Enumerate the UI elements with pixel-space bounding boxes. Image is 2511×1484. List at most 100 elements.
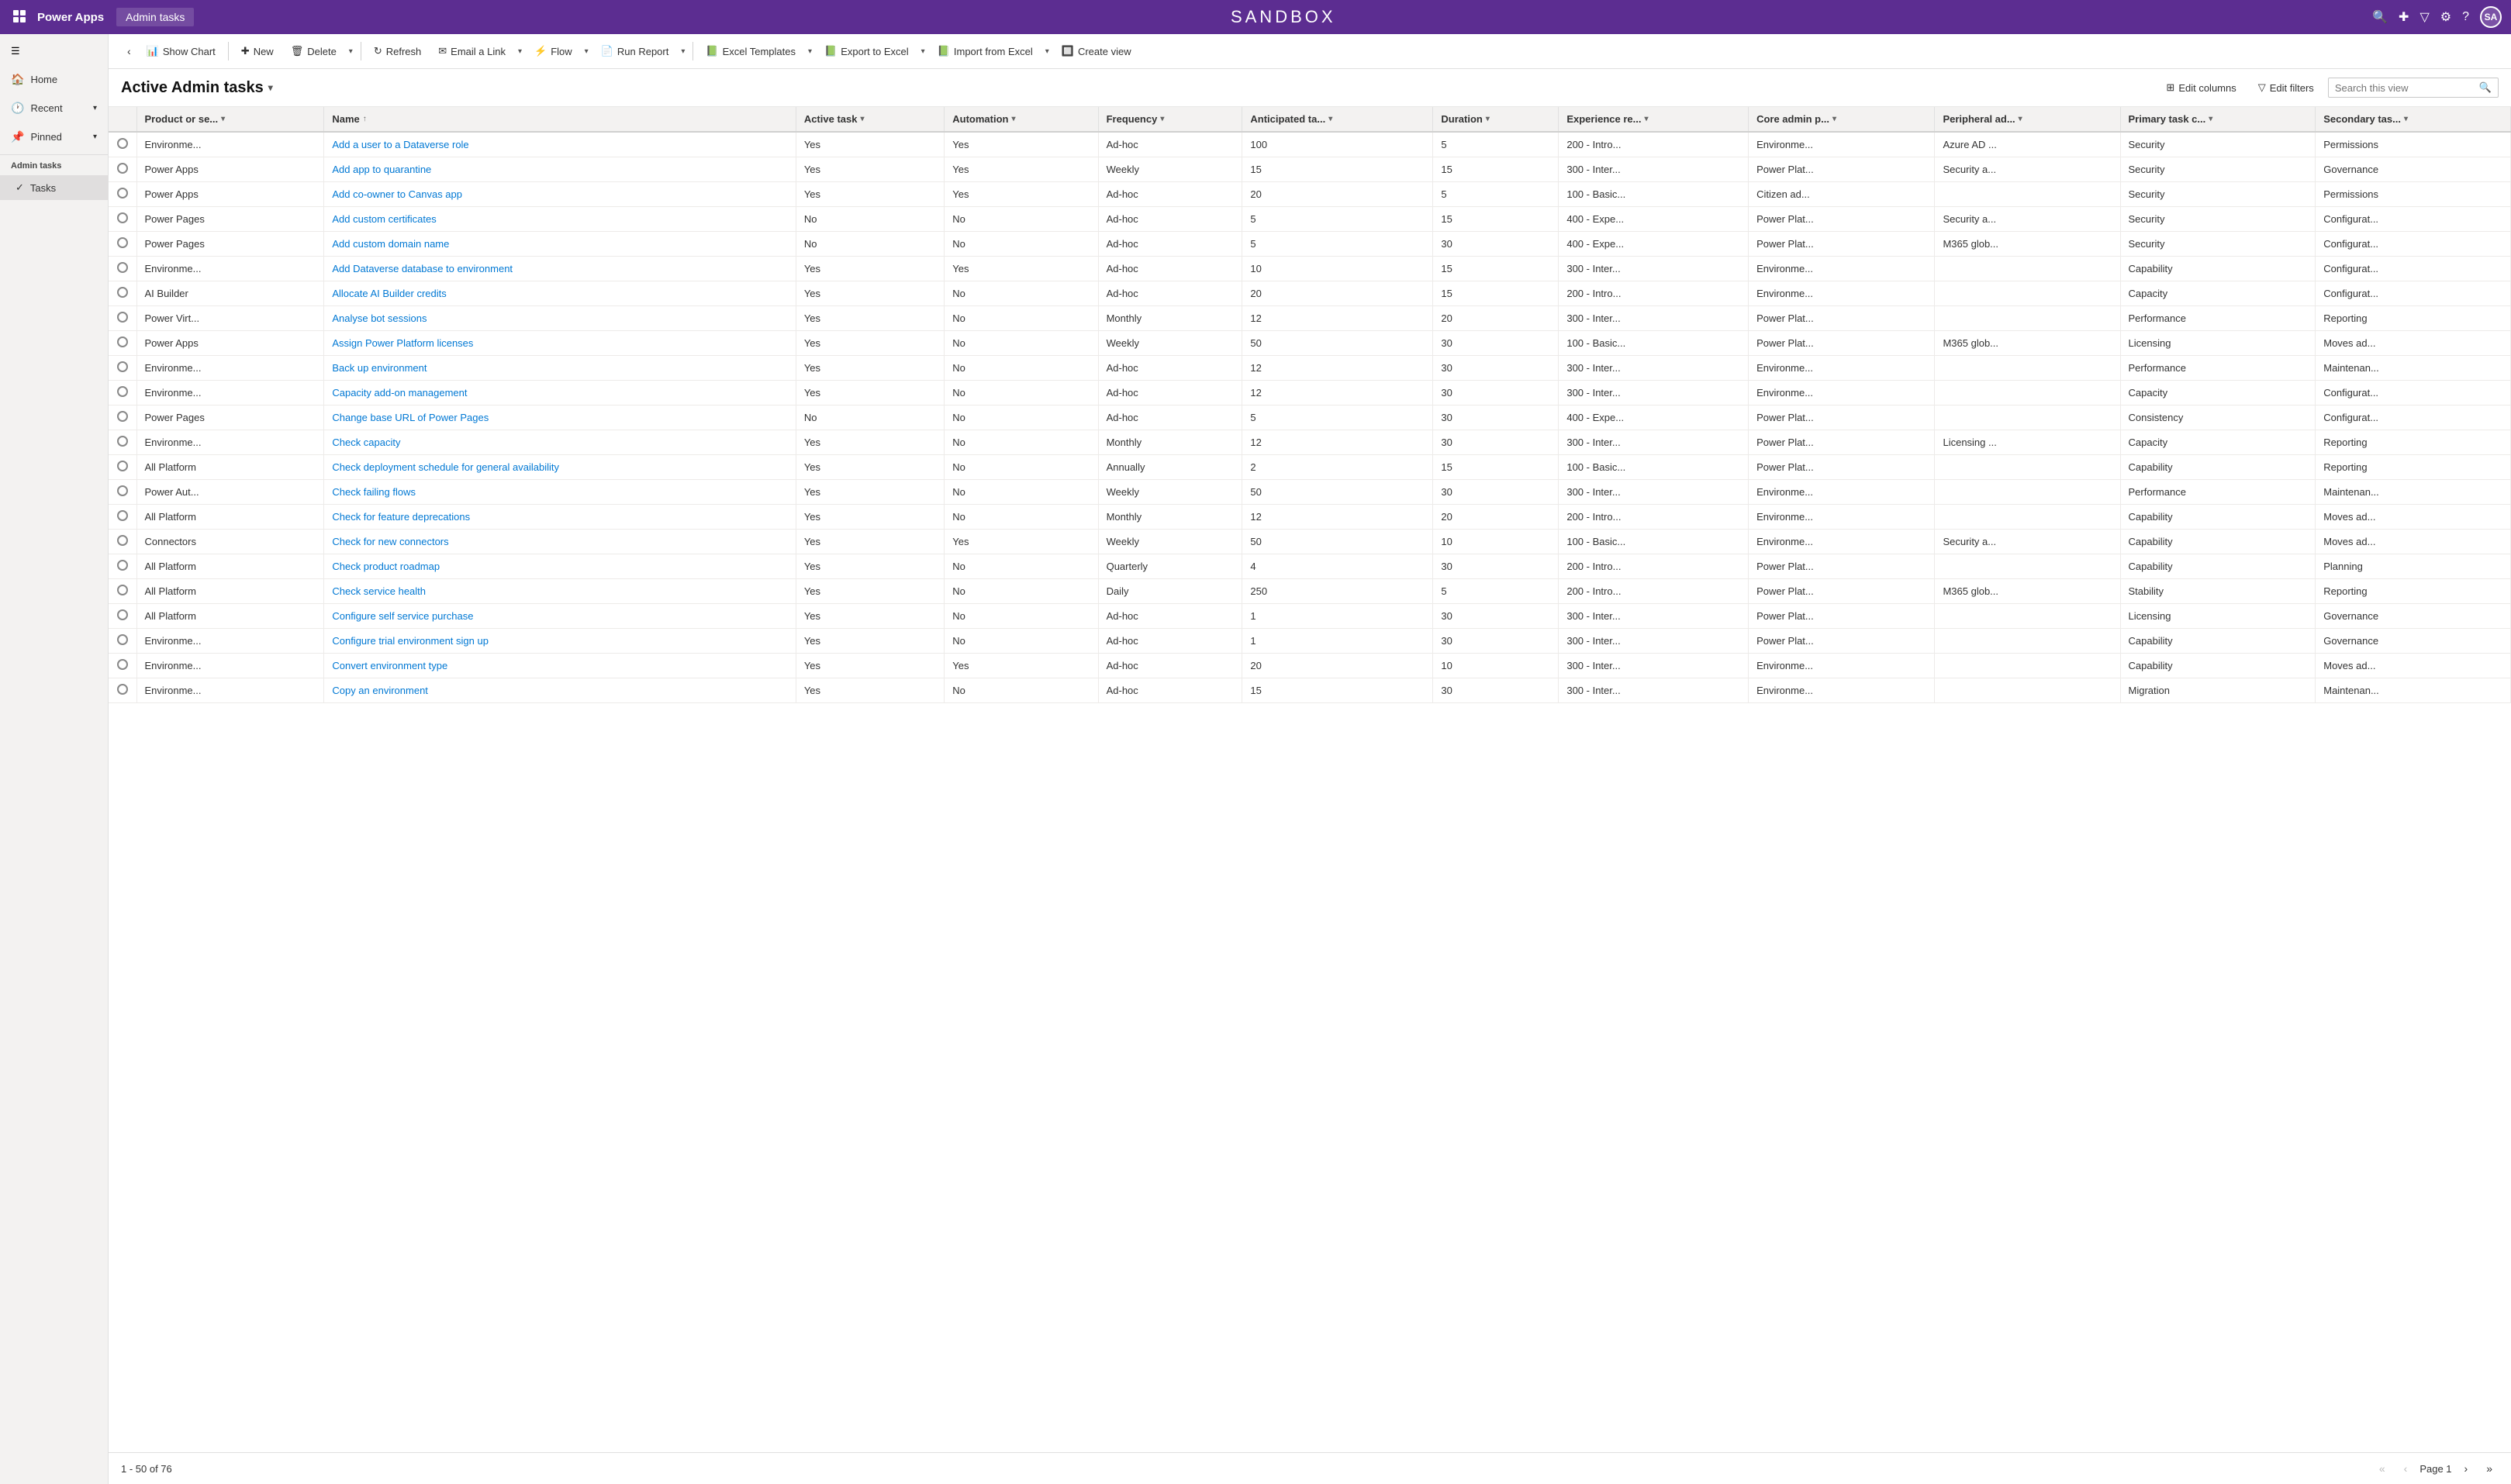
- cell-name[interactable]: Add app to quarantine: [324, 157, 796, 182]
- cell-name[interactable]: Allocate AI Builder credits: [324, 281, 796, 306]
- row-radio-button[interactable]: [117, 585, 128, 595]
- row-radio-button[interactable]: [117, 212, 128, 223]
- row-name-link[interactable]: Add app to quarantine: [332, 164, 431, 175]
- run-report-button[interactable]: 📄 Run Report: [593, 40, 677, 62]
- delete-caret[interactable]: ▾: [346, 43, 356, 60]
- col-duration[interactable]: Duration ▾: [1433, 107, 1559, 132]
- row-radio-button[interactable]: [117, 684, 128, 695]
- email-link-button[interactable]: ✉ Email a Link: [430, 40, 513, 62]
- cell-name[interactable]: Check for new connectors: [324, 530, 796, 554]
- new-button[interactable]: ✚ New: [233, 40, 281, 62]
- row-name-link[interactable]: Allocate AI Builder credits: [332, 288, 446, 299]
- row-radio-button[interactable]: [117, 510, 128, 521]
- col-active-task[interactable]: Active task ▾: [796, 107, 944, 132]
- row-radio-button[interactable]: [117, 659, 128, 670]
- row-radio-button[interactable]: [117, 188, 128, 198]
- row-name-link[interactable]: Analyse bot sessions: [332, 312, 427, 324]
- email-caret[interactable]: ▾: [515, 43, 525, 60]
- row-radio-button[interactable]: [117, 287, 128, 298]
- cell-name[interactable]: Check for feature deprecations: [324, 505, 796, 530]
- row-name-link[interactable]: Copy an environment: [332, 685, 428, 696]
- settings-icon[interactable]: ⚙: [2440, 9, 2451, 25]
- cell-name[interactable]: Back up environment: [324, 356, 796, 381]
- cell-name[interactable]: Check failing flows: [324, 480, 796, 505]
- add-icon[interactable]: ✚: [2399, 9, 2409, 25]
- row-name-link[interactable]: Check service health: [332, 585, 426, 597]
- cell-name[interactable]: Copy an environment: [324, 678, 796, 703]
- next-page-button[interactable]: ›: [2458, 1459, 2475, 1478]
- row-radio-button[interactable]: [117, 535, 128, 546]
- sidebar-item-tasks[interactable]: ✓ Tasks: [0, 175, 108, 200]
- edit-filters-button[interactable]: ▽ Edit filters: [2250, 77, 2322, 98]
- row-name-link[interactable]: Capacity add-on management: [332, 387, 467, 399]
- row-name-link[interactable]: Configure trial environment sign up: [332, 635, 489, 647]
- row-radio-button[interactable]: [117, 411, 128, 422]
- row-radio-button[interactable]: [117, 336, 128, 347]
- col-anticipated[interactable]: Anticipated ta... ▾: [1242, 107, 1433, 132]
- row-radio-button[interactable]: [117, 461, 128, 471]
- row-radio-button[interactable]: [117, 138, 128, 149]
- row-name-link[interactable]: Add custom certificates: [332, 213, 436, 225]
- cell-name[interactable]: Check service health: [324, 579, 796, 604]
- flow-caret[interactable]: ▾: [582, 43, 592, 60]
- cell-name[interactable]: Analyse bot sessions: [324, 306, 796, 331]
- row-name-link[interactable]: Add Dataverse database to environment: [332, 263, 513, 274]
- cell-name[interactable]: Add co-owner to Canvas app: [324, 182, 796, 207]
- row-radio-button[interactable]: [117, 634, 128, 645]
- help-icon[interactable]: ?: [2462, 10, 2469, 24]
- col-name[interactable]: Name ↑: [324, 107, 796, 132]
- cell-name[interactable]: Change base URL of Power Pages: [324, 406, 796, 430]
- first-page-button[interactable]: «: [2373, 1459, 2392, 1478]
- cell-name[interactable]: Check deployment schedule for general av…: [324, 455, 796, 480]
- row-name-link[interactable]: Add co-owner to Canvas app: [332, 188, 462, 200]
- import-excel-caret[interactable]: ▾: [1042, 43, 1052, 60]
- cell-name[interactable]: Add custom domain name: [324, 232, 796, 257]
- col-frequency[interactable]: Frequency ▾: [1098, 107, 1242, 132]
- export-excel-caret[interactable]: ▾: [918, 43, 928, 60]
- refresh-button[interactable]: ↻ Refresh: [366, 40, 429, 62]
- col-peripheral[interactable]: Peripheral ad... ▾: [1935, 107, 2120, 132]
- last-page-button[interactable]: »: [2480, 1459, 2499, 1478]
- show-chart-button[interactable]: 📊 Show Chart: [139, 40, 223, 62]
- search-input[interactable]: [2335, 82, 2475, 94]
- row-radio-button[interactable]: [117, 237, 128, 248]
- prev-page-button[interactable]: ‹: [2398, 1459, 2414, 1478]
- row-name-link[interactable]: Back up environment: [332, 362, 427, 374]
- row-name-link[interactable]: Check for new connectors: [332, 536, 448, 547]
- col-secondary-task[interactable]: Secondary tas... ▾: [2316, 107, 2511, 132]
- row-name-link[interactable]: Add a user to a Dataverse role: [332, 139, 468, 150]
- excel-templates-caret[interactable]: ▾: [805, 43, 815, 60]
- cell-name[interactable]: Check product roadmap: [324, 554, 796, 579]
- edit-columns-button[interactable]: ⊞ Edit columns: [2158, 77, 2243, 98]
- excel-templates-button[interactable]: 📗 Excel Templates: [698, 40, 803, 62]
- row-radio-button[interactable]: [117, 312, 128, 323]
- avatar[interactable]: SA: [2480, 6, 2502, 28]
- cell-name[interactable]: Configure self service purchase: [324, 604, 796, 629]
- row-radio-button[interactable]: [117, 436, 128, 447]
- sidebar-item-recent[interactable]: 🕐 Recent ▾: [0, 94, 108, 123]
- col-automation[interactable]: Automation ▾: [945, 107, 1098, 132]
- import-excel-button[interactable]: 📗 Import from Excel: [930, 40, 1041, 62]
- row-radio-button[interactable]: [117, 485, 128, 496]
- cell-name[interactable]: Convert environment type: [324, 654, 796, 678]
- row-name-link[interactable]: Change base URL of Power Pages: [332, 412, 489, 423]
- row-radio-button[interactable]: [117, 560, 128, 571]
- app-grid-icon[interactable]: [9, 6, 31, 28]
- flow-button[interactable]: ⚡ Flow: [527, 40, 580, 62]
- row-radio-button[interactable]: [117, 163, 128, 174]
- hamburger-menu[interactable]: ☰: [0, 37, 108, 65]
- export-excel-button[interactable]: 📗 Export to Excel: [817, 40, 917, 62]
- col-primary-task[interactable]: Primary task c... ▾: [2120, 107, 2316, 132]
- cell-name[interactable]: Assign Power Platform licenses: [324, 331, 796, 356]
- cell-name[interactable]: Configure trial environment sign up: [324, 629, 796, 654]
- row-name-link[interactable]: Check failing flows: [332, 486, 416, 498]
- report-caret[interactable]: ▾: [678, 43, 688, 60]
- row-name-link[interactable]: Assign Power Platform licenses: [332, 337, 473, 349]
- col-core-admin[interactable]: Core admin p... ▾: [1749, 107, 1935, 132]
- delete-button[interactable]: 🗑 Delete: [283, 40, 344, 62]
- col-product[interactable]: Product or se... ▾: [136, 107, 324, 132]
- row-radio-button[interactable]: [117, 361, 128, 372]
- filter-icon[interactable]: ▽: [2419, 9, 2429, 25]
- row-radio-button[interactable]: [117, 609, 128, 620]
- col-experience[interactable]: Experience re... ▾: [1559, 107, 1749, 132]
